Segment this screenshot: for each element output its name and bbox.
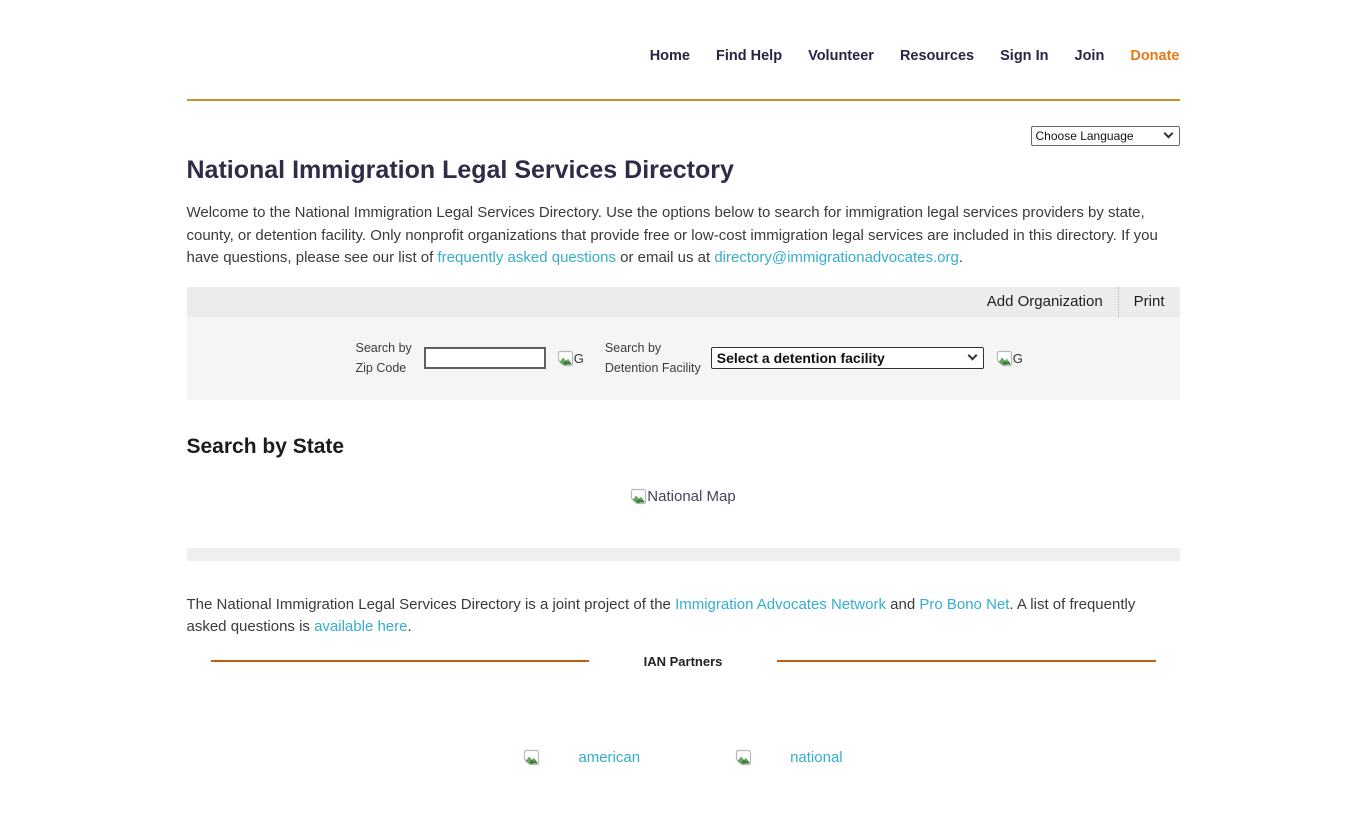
zip-label-line2: Zip Code [356,358,412,378]
nav-item-volunteer[interactable]: Volunteer [808,48,874,65]
page-title: National Immigration Legal Services Dire… [187,155,1180,185]
email-link[interactable]: directory@immigrationadvocates.org [714,249,959,266]
section-divider [187,548,1180,561]
detention-facility-select[interactable]: Select a detention facility [711,347,984,369]
state-section-heading: Search by State [187,435,1180,459]
ian-partners-heading: IAN Partners [644,654,723,669]
facility-label-line2: Detention Facility [605,358,701,378]
broken-image-icon [630,488,647,505]
broken-image-icon [523,749,540,766]
partner-logo-alt-text: american [578,749,640,766]
broken-image-icon [996,350,1013,367]
ian-partners-heading-row: IAN Partners [187,654,1180,669]
footer-text-2: and [886,596,919,613]
header-rule [187,99,1180,101]
facility-label-line1: Search by [605,338,701,358]
partners-rule-left [211,660,589,662]
faq-link[interactable]: frequently asked questions [438,249,616,266]
footer-paragraph: The National Immigration Legal Services … [187,594,1180,639]
zip-go-button[interactable]: G [557,350,584,367]
national-map-alt-text: National Map [647,488,735,505]
zip-search-label: Search by Zip Code [356,338,412,378]
partner-logo-national[interactable]: national [735,749,843,766]
facility-go-alt-text: G [1013,350,1023,367]
partner-logos-row: american national [187,749,1180,766]
intro-text-3: . [959,249,963,266]
partners-rule-right [777,660,1155,662]
national-map-row: National Map [187,488,1180,505]
print-button[interactable]: Print [1119,287,1180,317]
facility-search-label: Search by Detention Facility [605,338,701,378]
search-panel: Search by Zip Code G Search by Detention… [187,317,1180,400]
partner-logo-alt-text: national [790,749,843,766]
toolbar: Add Organization Print [187,287,1180,317]
broken-image-icon [735,749,752,766]
ian-link[interactable]: Immigration Advocates Network [675,596,886,613]
zip-go-alt-text: G [574,350,584,367]
nav-item-sign-in[interactable]: Sign In [1000,48,1048,65]
footer-text-1: The National Immigration Legal Services … [187,596,676,613]
pro-bono-net-link[interactable]: Pro Bono Net [919,596,1009,613]
nav-item-donate[interactable]: Donate [1130,48,1179,65]
partner-logo-american[interactable]: american [523,749,640,766]
nav-item-resources[interactable]: Resources [900,48,974,65]
zip-label-line1: Search by [356,338,412,358]
footer-text-4: . [407,618,411,635]
nav-item-find-help[interactable]: Find Help [716,48,782,65]
add-organization-button[interactable]: Add Organization [972,287,1118,317]
nav-item-home[interactable]: Home [650,48,690,65]
language-row: Choose Language [187,126,1180,146]
national-map-image[interactable]: National Map [630,488,735,505]
language-select[interactable]: Choose Language [1031,126,1180,146]
nav-item-join[interactable]: Join [1075,48,1105,65]
intro-text-2: or email us at [616,249,714,266]
page-container: Home Find Help Volunteer Resources Sign … [187,48,1180,766]
available-here-link[interactable]: available here [314,618,407,635]
facility-go-button[interactable]: G [996,350,1023,367]
zip-code-input[interactable] [424,347,546,369]
top-navigation: Home Find Help Volunteer Resources Sign … [187,48,1180,65]
broken-image-icon [557,350,574,367]
intro-paragraph: Welcome to the National Immigration Lega… [187,202,1180,270]
